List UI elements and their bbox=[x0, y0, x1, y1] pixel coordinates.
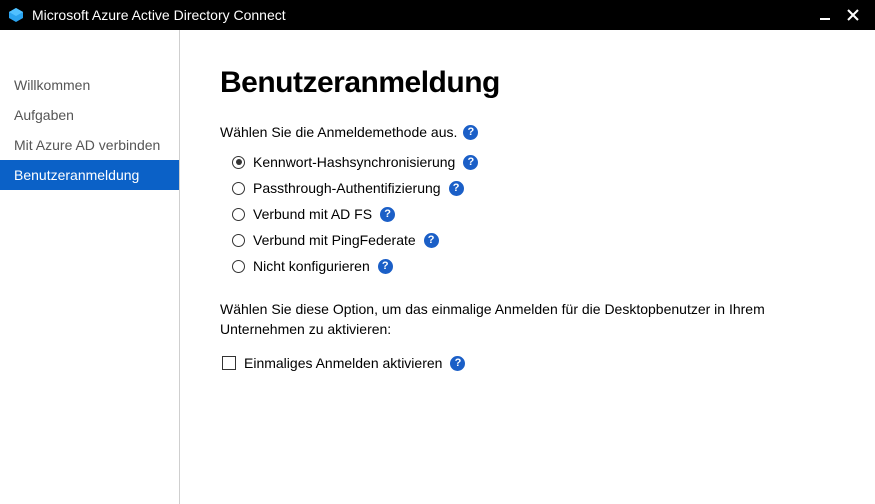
sidebar: Willkommen Aufgaben Mit Azure AD verbind… bbox=[0, 30, 180, 504]
checkbox-icon[interactable] bbox=[222, 356, 236, 370]
option-label: Nicht konfigurieren bbox=[253, 258, 370, 274]
sidebar-item-label: Aufgaben bbox=[14, 107, 74, 123]
page-title: Benutzeranmeldung bbox=[220, 66, 843, 100]
sidebar-item-label: Willkommen bbox=[14, 77, 90, 93]
option-passthrough-auth[interactable]: Passthrough-Authentifizierung ? bbox=[232, 180, 843, 196]
sidebar-item-label: Mit Azure AD verbinden bbox=[14, 137, 160, 153]
title-bar: Microsoft Azure Active Directory Connect bbox=[0, 0, 875, 30]
main-panel: Benutzeranmeldung Wählen Sie die Anmelde… bbox=[180, 30, 875, 504]
method-prompt-text: Wählen Sie die Anmeldemethode aus. bbox=[220, 124, 457, 140]
radio-icon[interactable] bbox=[232, 182, 245, 195]
option-label: Verbund mit AD FS bbox=[253, 206, 372, 222]
help-icon[interactable]: ? bbox=[378, 259, 393, 274]
help-icon[interactable]: ? bbox=[463, 155, 478, 170]
option-adfs-federation[interactable]: Verbund mit AD FS ? bbox=[232, 206, 843, 222]
help-icon[interactable]: ? bbox=[449, 181, 464, 196]
sidebar-item-label: Benutzeranmeldung bbox=[14, 167, 139, 183]
radio-icon[interactable] bbox=[232, 260, 245, 273]
sidebar-item-tasks[interactable]: Aufgaben bbox=[0, 100, 179, 130]
window-title: Microsoft Azure Active Directory Connect bbox=[32, 7, 811, 23]
azure-logo-icon bbox=[8, 7, 24, 23]
sidebar-item-connect-azure-ad[interactable]: Mit Azure AD verbinden bbox=[0, 130, 179, 160]
radio-icon[interactable] bbox=[232, 208, 245, 221]
radio-icon[interactable] bbox=[232, 156, 245, 169]
sso-checkbox-row[interactable]: Einmaliges Anmelden aktivieren ? bbox=[222, 355, 843, 371]
main-container: Willkommen Aufgaben Mit Azure AD verbind… bbox=[0, 30, 875, 504]
help-icon[interactable]: ? bbox=[424, 233, 439, 248]
sso-checkbox-label: Einmaliges Anmelden aktivieren bbox=[244, 355, 442, 371]
sidebar-item-welcome[interactable]: Willkommen bbox=[0, 70, 179, 100]
option-do-not-configure[interactable]: Nicht konfigurieren ? bbox=[232, 258, 843, 274]
option-pingfederate[interactable]: Verbund mit PingFederate ? bbox=[232, 232, 843, 248]
help-icon[interactable]: ? bbox=[380, 207, 395, 222]
option-label: Kennwort-Hashsynchronisierung bbox=[253, 154, 455, 170]
help-icon[interactable]: ? bbox=[450, 356, 465, 371]
radio-icon[interactable] bbox=[232, 234, 245, 247]
minimize-button[interactable] bbox=[811, 1, 839, 29]
option-label: Passthrough-Authentifizierung bbox=[253, 180, 441, 196]
help-icon[interactable]: ? bbox=[463, 125, 478, 140]
signin-options-group: Kennwort-Hashsynchronisierung ? Passthro… bbox=[232, 154, 843, 274]
method-prompt: Wählen Sie die Anmeldemethode aus. ? bbox=[220, 124, 843, 140]
option-password-hash-sync[interactable]: Kennwort-Hashsynchronisierung ? bbox=[232, 154, 843, 170]
sso-description: Wählen Sie diese Option, um das einmalig… bbox=[220, 300, 820, 339]
option-label: Verbund mit PingFederate bbox=[253, 232, 416, 248]
sidebar-item-user-signin[interactable]: Benutzeranmeldung bbox=[0, 160, 179, 190]
close-button[interactable] bbox=[839, 1, 867, 29]
